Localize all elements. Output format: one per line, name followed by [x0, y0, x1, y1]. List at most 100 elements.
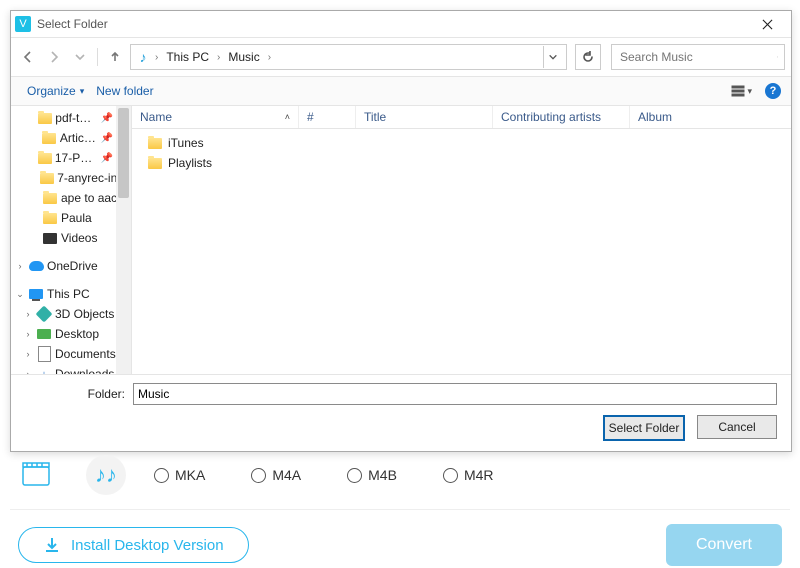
close-icon — [762, 19, 773, 30]
scrollbar-thumb[interactable] — [118, 108, 129, 198]
forward-button[interactable] — [43, 46, 65, 68]
tree-item[interactable]: 17-Paula- iPa📌 — [11, 148, 131, 168]
folder-icon — [38, 113, 52, 124]
separator — [97, 48, 98, 66]
tree-item-documents[interactable]: ›Documents — [11, 344, 131, 364]
tree-item-3dobjects[interactable]: ›3D Objects — [11, 304, 131, 324]
tree-item[interactable]: ape to aac — [11, 188, 131, 208]
back-button[interactable] — [17, 46, 39, 68]
search-box[interactable] — [611, 44, 785, 70]
format-m4a[interactable]: M4A — [251, 467, 301, 483]
col-name[interactable]: Name˄ — [132, 106, 299, 128]
folder-icon — [148, 158, 162, 169]
convert-button[interactable]: Convert — [666, 524, 782, 566]
file-rows[interactable]: iTunesPlaylists — [132, 129, 791, 374]
breadcrumb-dropdown[interactable] — [543, 46, 562, 68]
format-row: ♪♪ MKA M4A M4B M4R — [10, 455, 790, 510]
video-format-icon[interactable] — [18, 455, 58, 495]
list-item[interactable]: Playlists — [132, 153, 791, 173]
sort-asc-icon: ˄ — [285, 112, 290, 122]
app-icon: V — [15, 16, 31, 32]
list-item[interactable]: iTunes — [132, 133, 791, 153]
col-album[interactable]: Album — [630, 106, 791, 128]
music-notes-icon: ♪♪ — [95, 462, 117, 488]
tree-item[interactable]: pdf-to-image📌 — [11, 108, 131, 128]
refresh-button[interactable] — [575, 44, 601, 70]
toolbar: Organize▾ New folder ▾ ? — [11, 77, 791, 106]
bottom-row: Install Desktop Version Convert — [10, 524, 790, 566]
tree-item[interactable]: 7-anyrec-increas — [11, 168, 131, 188]
folder-icon — [40, 173, 54, 184]
chevron-right-icon: › — [266, 52, 273, 63]
pin-icon: 📌 — [101, 153, 113, 164]
breadcrumb-music[interactable]: Music — [224, 48, 263, 66]
folder-icon — [42, 133, 56, 144]
radio-icon — [154, 468, 169, 483]
col-title[interactable]: Title — [356, 106, 493, 128]
chevron-down-icon: ▾ — [747, 86, 752, 97]
app-background: ♪♪ MKA M4A M4B M4R Install Desktop Version … — [10, 455, 790, 566]
breadcrumb[interactable]: ♪ › This PC › Music › — [130, 44, 567, 70]
3d-objects-icon — [36, 306, 53, 323]
search-input[interactable] — [618, 49, 777, 65]
downloads-icon: ↓ — [41, 367, 48, 375]
view-options-button[interactable]: ▾ — [726, 81, 757, 101]
up-button[interactable] — [104, 46, 126, 68]
breadcrumb-thispc[interactable]: This PC — [162, 48, 213, 66]
folder-icon — [43, 193, 57, 204]
documents-icon — [38, 346, 51, 362]
col-number[interactable]: # — [299, 106, 356, 128]
format-mka[interactable]: MKA — [154, 467, 205, 483]
folder-icon — [43, 213, 57, 224]
tree-item-desktop[interactable]: ›Desktop — [11, 324, 131, 344]
titlebar: V Select Folder — [11, 11, 791, 38]
pin-icon: 📌 — [101, 113, 113, 124]
new-folder-button[interactable]: New folder — [90, 81, 159, 101]
chevron-down-icon: ▾ — [80, 86, 85, 97]
pc-icon — [29, 289, 43, 299]
download-icon — [43, 536, 61, 554]
format-m4r[interactable]: M4R — [443, 467, 494, 483]
nav-tree[interactable]: pdf-to-image📌Articles📌17-Paula- iPa📌7-an… — [11, 106, 132, 374]
tree-item-downloads[interactable]: ›↓Downloads — [11, 364, 131, 374]
cloud-icon — [29, 261, 44, 271]
tree-item-onedrive[interactable]: ›OneDrive — [11, 256, 131, 276]
folder-icon — [38, 153, 52, 164]
close-button[interactable] — [747, 11, 787, 37]
install-desktop-button[interactable]: Install Desktop Version — [18, 527, 249, 563]
chevron-right-icon: › — [153, 52, 160, 63]
tree-item[interactable]: Articles📌 — [11, 128, 131, 148]
tree-item-thispc[interactable]: ⌄This PC — [11, 284, 131, 304]
folder-input[interactable] — [133, 383, 777, 405]
recent-dropdown[interactable] — [69, 46, 91, 68]
video-icon — [43, 233, 57, 244]
folder-icon — [148, 138, 162, 149]
help-button[interactable]: ? — [765, 83, 781, 99]
cancel-button[interactable]: Cancel — [697, 415, 777, 439]
tree-item-videos[interactable]: Videos — [11, 228, 131, 248]
select-folder-dialog: V Select Folder ♪ › This PC › Music › Or — [10, 10, 792, 452]
tree-item[interactable]: Paula — [11, 208, 131, 228]
dialog-body: pdf-to-image📌Articles📌17-Paula- iPa📌7-an… — [11, 106, 791, 374]
col-artists[interactable]: Contributing artists — [493, 106, 630, 128]
desktop-icon — [37, 329, 51, 339]
radio-icon — [443, 468, 458, 483]
chevron-right-icon: › — [215, 52, 222, 63]
dialog-title: Select Folder — [37, 17, 747, 31]
file-list: Name˄ # Title Contributing artists Album… — [132, 106, 791, 374]
dialog-footer: Folder: Select Folder Cancel — [11, 374, 791, 451]
audio-format-icon[interactable]: ♪♪ — [86, 455, 126, 495]
nav-bar: ♪ › This PC › Music › — [11, 38, 791, 77]
radio-icon — [251, 468, 266, 483]
folder-label: Folder: — [25, 387, 125, 401]
organize-menu[interactable]: Organize▾ — [21, 81, 90, 101]
column-headers[interactable]: Name˄ # Title Contributing artists Album — [132, 106, 791, 129]
radio-icon — [347, 468, 362, 483]
format-m4b[interactable]: M4B — [347, 467, 397, 483]
music-icon: ♪ — [135, 49, 151, 65]
list-view-icon — [731, 84, 745, 98]
select-folder-button[interactable]: Select Folder — [603, 415, 685, 441]
folder-input-row: Folder: — [25, 383, 777, 405]
tree-scrollbar[interactable] — [116, 106, 131, 374]
pin-icon: 📌 — [101, 133, 113, 144]
